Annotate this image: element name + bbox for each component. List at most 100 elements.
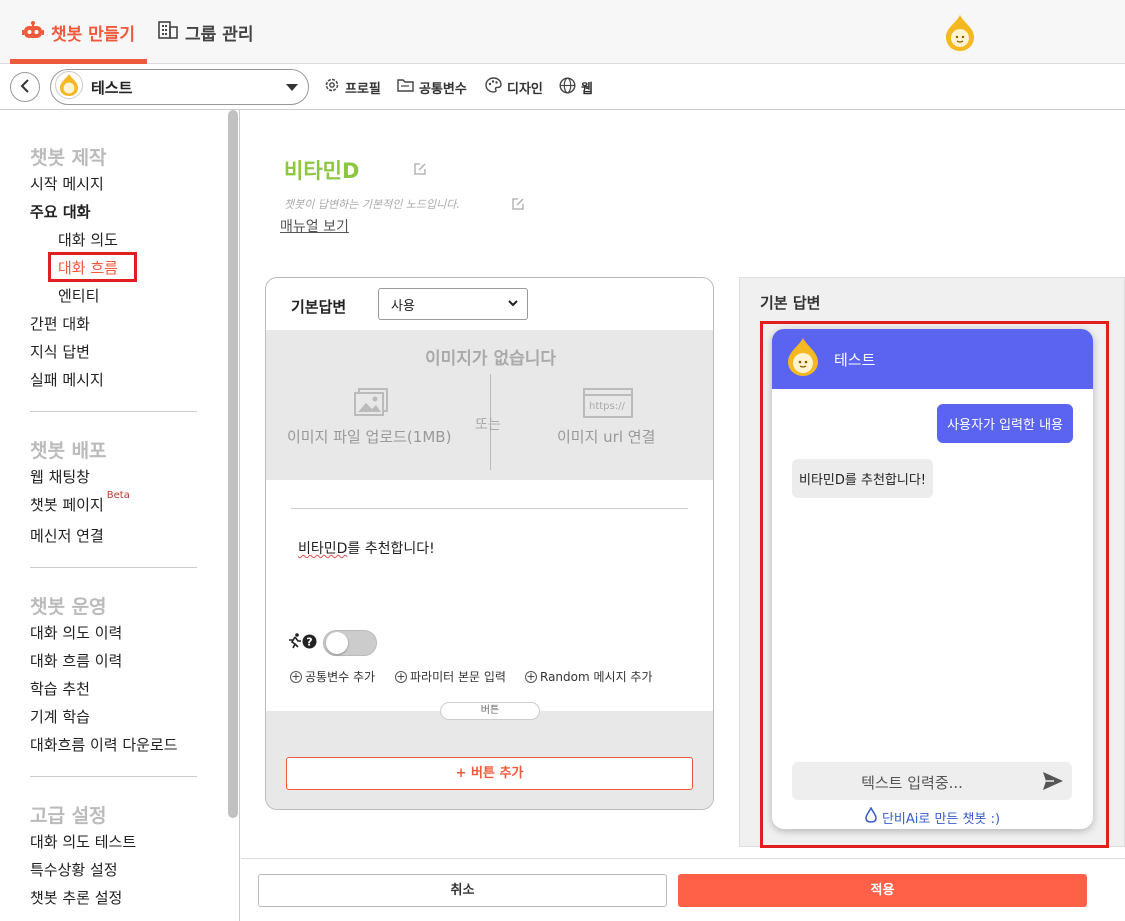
chat-preview-window: 테스트 사용자가 입력한 내용 비타민D를 추천합니다! 텍스트 입력중... … — [772, 329, 1093, 829]
sidebar-item-main-dialog[interactable]: 주요 대화 — [30, 201, 90, 222]
toggle-switch[interactable] — [323, 630, 377, 656]
back-button[interactable] — [10, 72, 40, 102]
folder-icon — [397, 78, 419, 96]
toggle-row: ? — [288, 630, 377, 656]
robot-icon — [21, 20, 51, 44]
section-advanced: 고급 설정 — [30, 805, 107, 827]
cancel-button[interactable]: 취소 — [258, 874, 667, 907]
sidebar-item-dialog-flow[interactable]: 대화 흐름 — [58, 257, 118, 278]
sidebar-divider — [30, 411, 197, 412]
powered-by: 단비Ai로 만든 챗봇 :) — [772, 806, 1093, 827]
no-image-text: 이미지가 없습니다 — [424, 349, 557, 369]
chat-header: 테스트 — [772, 329, 1093, 389]
chat-input-placeholder: 텍스트 입력중... — [861, 774, 963, 792]
bot-selector-dropdown[interactable]: 테스트 — [50, 69, 309, 105]
answer-text-rest: 를 추천합니다! — [347, 541, 435, 557]
sidebar-item-messenger[interactable]: 메신저 연결 — [30, 525, 104, 546]
sidebar: 챗봇 제작 시작 메시지 주요 대화 대화 의도 대화 흐름 엔티티 간편 대화… — [0, 110, 240, 921]
preview-panel: 기본 답변 테스트 사용자가 입력한 내용 비타민D를 추천합니다! 텍스트 입… — [739, 277, 1125, 848]
tab-label: 챗봇 만들기 — [50, 24, 136, 45]
apply-button[interactable]: 적용 — [678, 874, 1087, 907]
node-title: 비타민D — [284, 159, 360, 183]
sidebar-item-bot-page[interactable]: 챗봇 페이지Beta — [30, 490, 130, 515]
bot-avatar-icon — [55, 71, 83, 103]
image-upload-option[interactable]: 이미지 파일 업로드(1MB) — [287, 426, 451, 447]
answer-text-keyword: 비타민D — [298, 541, 348, 557]
or-text: 또는 — [475, 417, 501, 433]
section-build: 챗봇 제작 — [30, 147, 107, 169]
sidebar-item-learning-recommendation[interactable]: 학습 추천 — [30, 678, 90, 699]
powered-by-text: 단비Ai로 만든 챗봇 :) — [881, 811, 1001, 827]
add-parameter-link[interactable]: + 파라미터 본문 입력 — [395, 668, 506, 685]
use-select-dropdown[interactable]: 사용 — [378, 288, 528, 320]
sidebar-item-web-chat[interactable]: 웹 채팅창 — [30, 466, 90, 487]
image-upload-icon[interactable] — [354, 388, 388, 420]
add-button-button[interactable]: + 버튼 추가 — [286, 757, 693, 790]
design-label: 디자인 — [507, 81, 543, 97]
sidebar-item-machine-learning[interactable]: 기계 학습 — [30, 706, 90, 727]
user-message-bubble: 사용자가 입력한 내용 — [937, 404, 1073, 443]
section-deploy: 챗봇 배포 — [30, 440, 107, 462]
sidebar-item-start-message[interactable]: 시작 메시지 — [30, 173, 104, 194]
default-answer-label: 기본답변 — [291, 298, 347, 316]
answer-text-input[interactable]: 비타민D를 추천합니다! — [298, 538, 435, 558]
tab-group-management[interactable]: 그룹 관리 — [158, 0, 268, 64]
toggle-knob — [326, 632, 348, 654]
chat-input[interactable]: 텍스트 입력중... — [792, 762, 1072, 800]
beta-badge: Beta — [106, 490, 130, 501]
help-icon[interactable]: ? — [302, 634, 317, 653]
sidebar-scrollbar[interactable] — [228, 110, 238, 818]
use-select-value: 사용 — [391, 298, 415, 314]
profile-label: 프로필 — [345, 81, 381, 97]
chevron-left-icon — [20, 78, 30, 97]
top-nav-bar: 챗봇 만들기 그룹 관리 — [0, 0, 1125, 64]
design-link[interactable]: 디자인 — [485, 77, 543, 97]
sidebar-item-flow-download[interactable]: 대화흐름 이력 다운로드 — [30, 734, 178, 755]
danbee-logo-icon — [944, 14, 976, 56]
url-icon-text: https:// — [589, 401, 625, 412]
button-section-tab: 버튼 — [440, 702, 540, 720]
add-common-variable-link[interactable]: + 공통변수 추가 — [290, 668, 375, 685]
manual-link[interactable]: 매뉴얼 보기 — [280, 216, 349, 236]
edit-title-icon[interactable] — [413, 161, 427, 180]
danbee-drop-icon — [865, 806, 882, 827]
common-variables-label: 공통변수 — [419, 81, 467, 97]
sidebar-item-simple-dialog[interactable]: 간편 대화 — [30, 313, 90, 334]
web-link[interactable]: 웹 — [559, 76, 593, 97]
sidebar-item-inference[interactable]: 챗봇 추론 설정 — [30, 887, 122, 908]
plus-circle-icon: + — [525, 669, 537, 683]
bot-toolbar: 테스트 프로필 공통변수 디자인 웹 — [0, 64, 1125, 110]
tab-label: 그룹 관리 — [185, 24, 254, 45]
sidebar-divider — [30, 567, 197, 568]
add-common-variable-label: 공통변수 추가 — [305, 670, 376, 684]
sidebar-item-entity[interactable]: 엔티티 — [58, 285, 99, 306]
add-random-message-link[interactable]: + Random 메시지 추가 — [525, 668, 653, 685]
bottom-action-bar: 취소 적용 — [241, 858, 1125, 921]
sidebar-item-special-situation[interactable]: 특수상황 설정 — [30, 859, 118, 880]
send-icon[interactable] — [1042, 771, 1064, 795]
plus-circle-icon: + — [290, 669, 302, 683]
main-content: 비타민D 챗봇이 답변하는 기본적인 노드입니다. 매뉴얼 보기 기본답변 사용… — [241, 110, 1125, 921]
chat-title: 테스트 — [834, 350, 876, 369]
sidebar-item-knowledge-answer[interactable]: 지식 답변 — [30, 341, 90, 362]
svg-text:?: ? — [306, 635, 312, 648]
edit-description-icon[interactable] — [511, 196, 525, 215]
section-operate: 챗봇 운영 — [30, 596, 107, 618]
add-random-message-label: Random 메시지 추가 — [540, 670, 653, 684]
add-parameter-label: 파라미터 본문 입력 — [410, 670, 506, 684]
chevron-down-icon — [507, 297, 519, 313]
sidebar-item-intent-history[interactable]: 대화 의도 이력 — [30, 622, 122, 643]
answer-divider — [291, 508, 688, 509]
sidebar-item-intent-test[interactable]: 대화 의도 테스트 — [30, 831, 136, 852]
tab-chatbot-builder[interactable]: 챗봇 만들기 — [10, 0, 147, 64]
common-variables-link[interactable]: 공통변수 — [397, 78, 467, 97]
button-area: 버튼 + 버튼 추가 — [266, 702, 713, 809]
sidebar-item-flow-history[interactable]: 대화 흐름 이력 — [30, 650, 122, 671]
profile-link[interactable]: 프로필 — [324, 78, 381, 97]
sidebar-item-dialog-intent[interactable]: 대화 의도 — [58, 229, 118, 250]
bot-message-bubble: 비타민D를 추천합니다! — [792, 459, 933, 498]
sidebar-item-fail-message[interactable]: 실패 메시지 — [30, 369, 104, 390]
image-url-option[interactable]: 이미지 url 연결 — [557, 426, 655, 447]
image-area: 이미지가 없습니다 이미지 파일 업로드(1MB) 또는 https:// 이미… — [266, 330, 713, 480]
url-link-icon[interactable]: https:// — [583, 388, 633, 422]
